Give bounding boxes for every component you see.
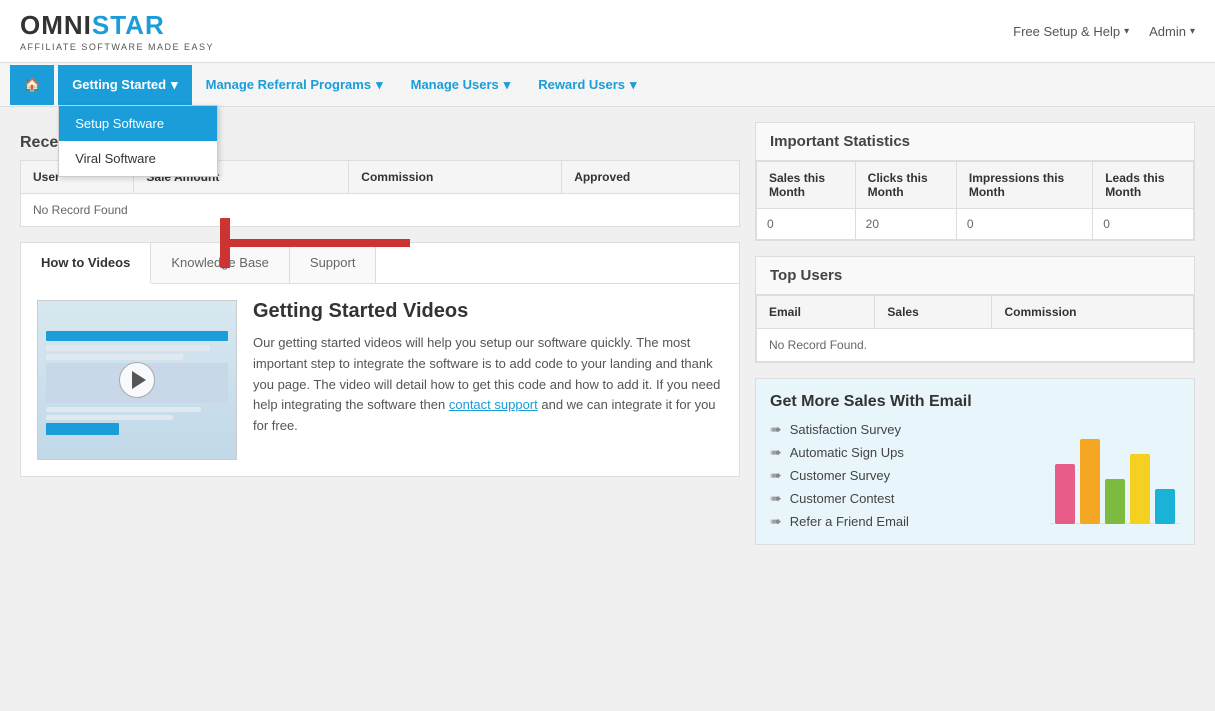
stat-col-clicks: Clicks this Month [855,162,956,209]
col-approved: Approved [562,161,740,194]
video-thumbnail [37,300,237,460]
setup-dropdown-arrow: ▾ [1124,26,1129,37]
bar-1 [1080,439,1100,524]
manage-users-dropdown-arrow: ▾ [504,77,511,93]
bar-2 [1105,479,1125,524]
reward-users-dropdown-arrow: ▾ [630,77,637,93]
email-promo-list: ➠Satisfaction Survey ➠Automatic Sign Ups… [770,421,909,530]
arrow-bullet-0: ➠ [770,421,782,438]
left-column: Recent Commissions User Sale Amount Comm… [20,122,740,545]
email-chart-svg [1050,424,1180,524]
statistics-title: Important Statistics [756,123,1194,161]
free-setup-link[interactable]: Free Setup & Help ▾ [1013,24,1129,39]
list-item: ➠Customer Survey [770,467,909,484]
tu-no-record: No Record Found. [757,329,1194,362]
nav-item-manage-users[interactable]: Manage Users ▾ [397,65,525,105]
list-item: ➠Refer a Friend Email [770,513,909,530]
video-section-title: Getting Started Videos [253,300,723,323]
top-users-panel: Top Users Email Sales Commission No Reco… [755,256,1195,363]
arrow-bullet-4: ➠ [770,513,782,530]
important-statistics-panel: Important Statistics Sales this Month Cl… [755,122,1195,241]
stat-val-clicks: 20 [855,209,956,240]
logo: OMNISTAR AFFILIATE SOFTWARE MADE EASY [20,10,214,52]
getting-started-dropdown: Setup Software Viral Software [58,105,218,177]
list-item: ➠Customer Contest [770,490,909,507]
stat-col-sales: Sales this Month [757,162,856,209]
table-row: No Record Found. [757,329,1194,362]
contact-support-link[interactable]: contact support [449,397,538,412]
arrow-bullet-1: ➠ [770,444,782,461]
email-promo-panel: Get More Sales With Email ➠Satisfaction … [755,378,1195,545]
bar-3 [1130,454,1150,524]
top-users-title: Top Users [756,257,1194,295]
play-button[interactable] [119,362,155,398]
nav-home-button[interactable]: 🏠 [10,65,54,105]
manage-referral-dropdown-arrow: ▾ [376,77,383,93]
arrow-bullet-3: ➠ [770,490,782,507]
dropdown-viral-software[interactable]: Viral Software [59,141,217,176]
stat-col-impressions: Impressions this Month [956,162,1092,209]
tabs-container: How to Videos Knowledge Base Support [20,242,740,477]
main-nav: 🏠 Getting Started ▾ Setup Software Viral… [0,63,1215,107]
nav-wrapper: 🏠 Getting Started ▾ Setup Software Viral… [0,63,1215,107]
arrow-bullet-2: ➠ [770,467,782,484]
admin-link[interactable]: Admin ▾ [1149,24,1195,39]
top-users-table: Email Sales Commission No Record Found. [756,295,1194,362]
logo-omni: OMNI [20,10,92,40]
statistics-table: Sales this Month Clicks this Month Impre… [756,161,1194,240]
tu-col-commission: Commission [992,296,1194,329]
getting-started-dropdown-arrow: ▾ [171,77,178,93]
email-promo-content: ➠Satisfaction Survey ➠Automatic Sign Ups… [770,421,1180,530]
stat-val-sales: 0 [757,209,856,240]
tab-how-to-videos[interactable]: How to Videos [21,243,151,284]
logo-subtitle: AFFILIATE SOFTWARE MADE EASY [20,42,214,52]
tu-col-sales: Sales [875,296,992,329]
bar-0 [1055,464,1075,524]
admin-dropdown-arrow: ▾ [1190,26,1195,37]
col-commission: Commission [349,161,562,194]
dropdown-setup-software[interactable]: Setup Software [59,106,217,141]
tu-col-email: Email [757,296,875,329]
header: OMNISTAR AFFILIATE SOFTWARE MADE EASY Fr… [0,0,1215,63]
play-icon [132,371,146,389]
arrow-annotation [220,218,420,271]
nav-item-manage-referral[interactable]: Manage Referral Programs ▾ [192,65,397,105]
stat-col-leads: Leads this Month [1093,162,1194,209]
logo-star: STAR [92,10,165,40]
right-column: Important Statistics Sales this Month Cl… [755,122,1195,545]
list-item: ➠Satisfaction Survey [770,421,909,438]
stat-val-leads: 0 [1093,209,1194,240]
statistics-row: 0 20 0 0 [757,209,1194,240]
header-right: Free Setup & Help ▾ Admin ▾ [1013,24,1195,39]
nav-item-reward-users[interactable]: Reward Users ▾ [524,65,650,105]
nav-item-getting-started[interactable]: Getting Started ▾ Setup Software Viral S… [58,65,191,105]
video-text: Getting Started Videos Our getting start… [253,300,723,460]
bar-4 [1155,489,1175,524]
video-description: Our getting started videos will help you… [253,333,723,437]
tab-content-how-to-videos: Getting Started Videos Our getting start… [21,284,739,476]
list-item: ➠Automatic Sign Ups [770,444,909,461]
bar-chart [1050,424,1180,527]
email-promo-title: Get More Sales With Email [770,393,1180,411]
stat-val-impressions: 0 [956,209,1092,240]
